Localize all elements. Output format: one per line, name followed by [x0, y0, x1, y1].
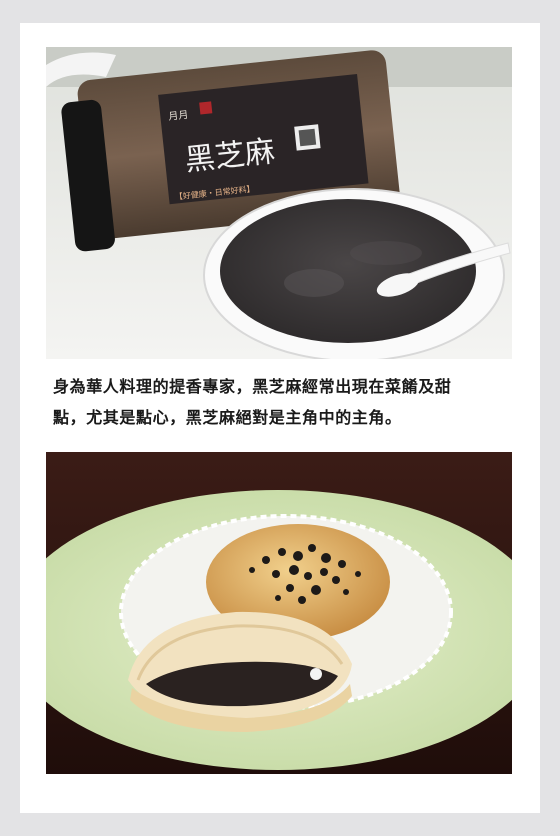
sesame-paste-photo: 黑芝麻 月月 【好健康・日常好料】: [46, 47, 512, 359]
paste-bowl: [203, 188, 505, 359]
caption-text: 身為華人料理的提香專家，黑芝麻經常出現在菜餚及甜 點，尤其是點心，黑芝麻絕對是主…: [53, 371, 513, 433]
caption-line-2: 點，尤其是點心，黑芝麻絕對是主角中的主角。: [53, 408, 402, 427]
content-card: 黑芝麻 月月 【好健康・日常好料】 身為華人料理的提香專家，黑芝麻經常出現在菜餚…: [20, 23, 540, 813]
caption-line-1: 身為華人料理的提香專家，黑芝麻經常出現在菜餚及甜: [53, 377, 452, 396]
pastry-photo: [46, 452, 512, 774]
jar-label-brand: 月月: [168, 109, 189, 123]
